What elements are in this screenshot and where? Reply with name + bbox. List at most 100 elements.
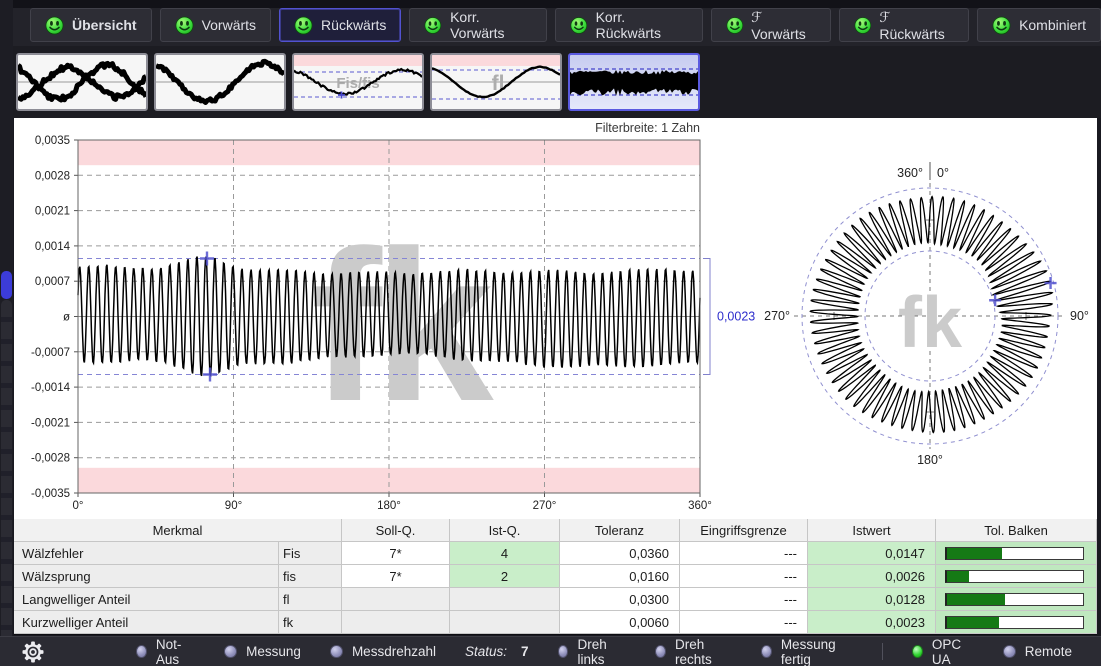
tab-label: Übersicht <box>72 17 137 33</box>
thumbnail-fk[interactable] <box>568 53 700 111</box>
tab-vorwärts[interactable]: ℱ Vorwärts <box>711 8 831 42</box>
app-window: Übersicht Vorwärts Rückwärts Korr. Vorwä… <box>0 0 1101 666</box>
table-row-fl[interactable]: Langwelliger Anteilfl0,0300---0,0128 <box>14 588 1097 611</box>
table-row-fis[interactable]: Wälzsprungfis7*20,0160---0,0026 <box>14 565 1097 588</box>
tolerance-bar-fill <box>947 594 1005 605</box>
table-row-fk[interactable]: Kurzwelliger Anteilfk0,0060---0,0023 <box>14 611 1097 634</box>
cell-eingriffsgrenze: --- <box>680 565 808 588</box>
led-indicator-off <box>330 645 343 658</box>
polar-chart: fk360°0°90°270°180° <box>764 162 1089 467</box>
status-item-label: Not-Aus <box>156 637 195 666</box>
tab-vorwärts[interactable]: Vorwärts <box>160 8 271 42</box>
cell-toleranz: 0,0360 <box>560 542 680 565</box>
left-scroll-strip <box>0 0 13 666</box>
cell-ist-q: 2 <box>450 565 560 588</box>
thumbnail-fis-fis[interactable]: Fis/fis <box>292 53 424 111</box>
cell-symbol: fk <box>279 611 342 634</box>
y-tick-label: 0,0021 <box>35 206 70 218</box>
thumbnail-bigwave[interactable] <box>154 53 286 111</box>
status-item-label: Messdrehzahl <box>352 644 436 659</box>
table-header-row: MerkmalSoll-Q.Ist-Q.ToleranzEingriffsgre… <box>14 519 1097 542</box>
tab-label: Korr. Vorwärts <box>450 9 532 41</box>
status-label: Status: <box>465 644 507 659</box>
led-indicator-off <box>224 645 237 658</box>
tab-korr-vorwärts[interactable]: Korr. Vorwärts <box>409 8 547 42</box>
status-item-dreh-links: Dreh links <box>558 637 627 666</box>
led-indicator-off <box>558 645 569 658</box>
header-merkmal: Merkmal <box>14 519 342 542</box>
results-table: MerkmalSoll-Q.Ist-Q.ToleranzEingriffsgre… <box>14 519 1097 635</box>
tolerance-bar <box>945 570 1084 583</box>
tab-label: Rückwärts <box>321 17 386 33</box>
tab-korr-rückwärts[interactable]: Korr. Rückwärts <box>555 8 703 42</box>
x-tick-label: 0° <box>73 500 84 512</box>
status-item-label: Dreh rechts <box>675 637 732 666</box>
thumbnail-plot <box>18 55 146 109</box>
cell-symbol: fis <box>279 565 342 588</box>
cell-soll-q: 7* <box>342 565 450 588</box>
tab-rückwärts[interactable]: ℱ Rückwärts <box>839 8 969 42</box>
y-tick-label: 0,0007 <box>35 276 70 288</box>
table-row-fis[interactable]: WälzfehlerFis7*40,0360---0,0147 <box>14 542 1097 565</box>
cell-soll-q <box>342 611 450 634</box>
polar-label-360: 360° <box>897 166 923 180</box>
settings-gear-button[interactable] <box>22 640 44 664</box>
x-tick-label: 180° <box>377 500 401 512</box>
smiley-green-icon <box>294 16 313 35</box>
cell-ist-q <box>450 588 560 611</box>
smiley-green-icon <box>45 16 64 35</box>
cell-istwert: 0,0023 <box>808 611 936 634</box>
status-item-status: Status: 7 <box>465 644 529 659</box>
polar-label-270: 270° <box>764 309 790 323</box>
tolerance-bar <box>945 593 1084 606</box>
y-tick-label: 0,0014 <box>35 241 71 253</box>
y-tick-label: -0,0007 <box>31 347 70 359</box>
led-indicator-off <box>1003 645 1016 658</box>
thumbnail-fl[interactable]: fl <box>430 53 562 111</box>
cell-ist-q <box>450 611 560 634</box>
y-tick-label: -0,0021 <box>31 417 70 429</box>
led-indicator-green <box>912 645 923 658</box>
status-item-dreh-rechts: Dreh rechts <box>655 637 732 666</box>
status-item-remote: Remote <box>1003 644 1072 659</box>
status-item-messung-fertig: Messung fertig <box>761 637 853 666</box>
tab-label: ℱ Rückwärts <box>879 9 954 42</box>
led-indicator-off <box>655 645 666 658</box>
thumbnail-plot: Fis/fis <box>294 55 422 109</box>
cell-toleranz: 0,0060 <box>560 611 680 634</box>
y-tick-label: -0,0028 <box>31 453 70 465</box>
title-strip <box>13 0 1101 8</box>
smiley-green-icon <box>726 16 744 35</box>
peak-to-peak-value: 0,0023 <box>717 310 755 324</box>
cell-symbol: fl <box>279 588 342 611</box>
status-item-messdrehzahl: Messdrehzahl <box>330 644 436 659</box>
status-bar: Not-Aus Messung Messdrehzahl Status: 7 Dreh l… <box>0 636 1101 666</box>
tab-rückwärts[interactable]: Rückwärts <box>279 8 401 42</box>
tab-kombiniert[interactable]: Kombiniert <box>977 8 1101 42</box>
thumbnail-twowave[interactable] <box>16 53 148 111</box>
header-soll-q: Soll-Q. <box>342 519 450 542</box>
x-tick-label: 270° <box>533 500 557 512</box>
polar-label-180: 180° <box>917 453 943 467</box>
scroll-strip-indicator[interactable] <box>1 271 12 299</box>
status-item-messung: Messung <box>224 644 301 659</box>
cell-symbol: Fis <box>279 542 342 565</box>
cell-ist-q: 4 <box>450 542 560 565</box>
tolerance-bar-fill <box>947 617 999 628</box>
smiley-green-icon <box>992 16 1011 35</box>
header-toleranz: Toleranz <box>560 519 680 542</box>
polar-label-0: 0° <box>937 166 949 180</box>
smiley-green-icon <box>570 16 588 35</box>
smiley-green-icon <box>854 16 872 35</box>
y-tick-label: ø <box>63 312 70 324</box>
cell-tol-balken <box>936 611 1097 634</box>
y-tick-label: -0,0035 <box>31 488 70 500</box>
x-tick-label: 90° <box>225 500 242 512</box>
cell-toleranz: 0,0300 <box>560 588 680 611</box>
tolerance-bar <box>945 616 1084 629</box>
tab-bar: Übersicht Vorwärts Rückwärts Korr. Vorwä… <box>13 8 1101 46</box>
tab-übersicht[interactable]: Übersicht <box>30 8 152 42</box>
y-tick-label: 0,0035 <box>35 135 70 147</box>
y-tick-label: 0,0028 <box>35 170 70 182</box>
status-value: 7 <box>521 644 529 659</box>
